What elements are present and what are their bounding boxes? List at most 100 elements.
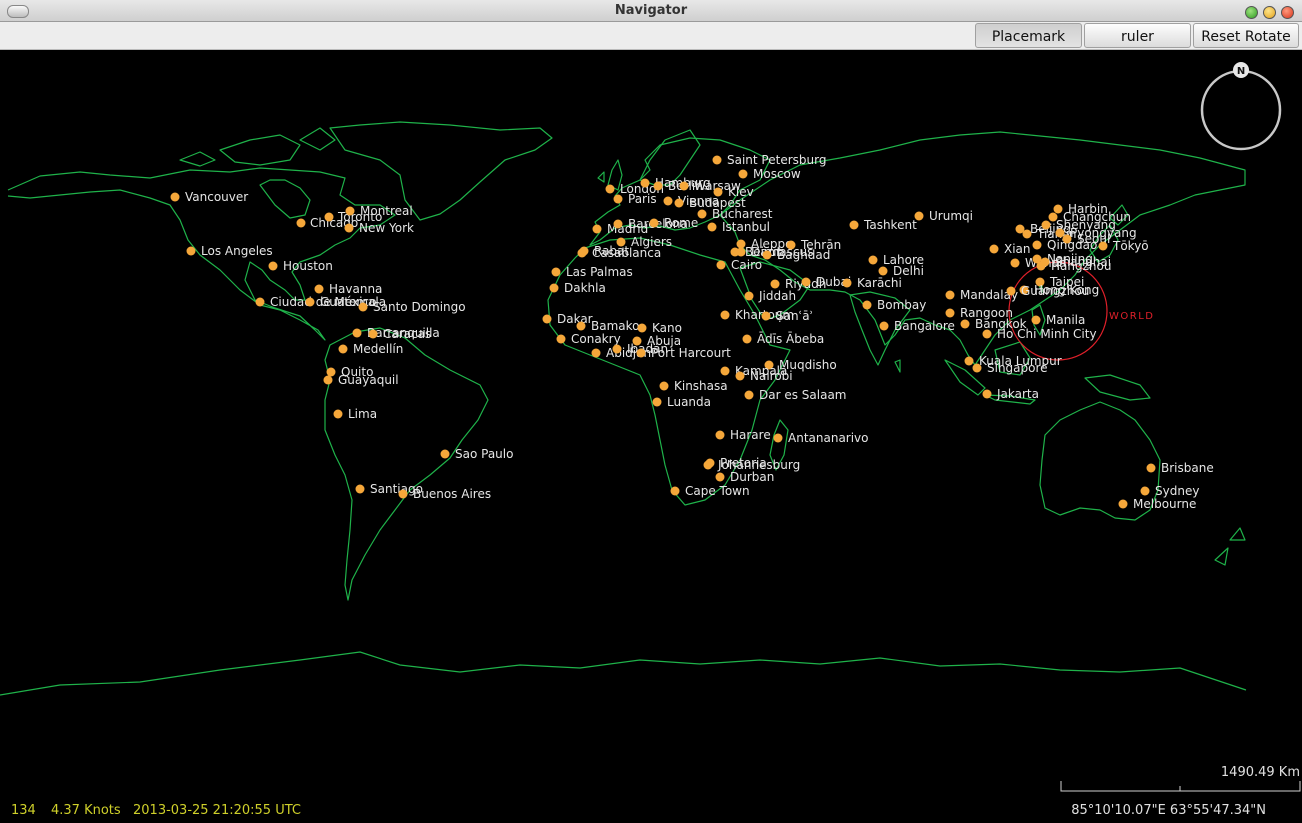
city-marker[interactable] [742,334,752,344]
city-marker[interactable] [640,178,650,188]
city-marker[interactable] [707,222,717,232]
city-placemark[interactable]: Tashkent [849,218,918,232]
city-marker[interactable] [982,329,992,339]
city-placemark[interactable]: Sydney [1140,484,1200,498]
city-marker[interactable] [1053,204,1063,214]
city-marker[interactable] [786,240,796,250]
city-marker[interactable] [358,302,368,312]
city-marker[interactable] [982,389,992,399]
city-placemark[interactable]: Port Harcourt [636,346,732,360]
city-marker[interactable] [338,344,348,354]
city-placemark[interactable]: Los Angeles [186,244,273,258]
city-placemark[interactable]: Houston [268,259,333,273]
city-marker[interactable] [712,155,722,165]
city-marker[interactable] [326,367,336,377]
city-marker[interactable] [324,212,334,222]
city-marker[interactable] [255,297,265,307]
city-marker[interactable] [1062,234,1072,244]
city-placemark[interactable]: Havanna [314,282,383,296]
city-marker[interactable] [577,248,587,258]
city-marker[interactable] [878,266,888,276]
city-marker[interactable] [652,397,662,407]
city-marker[interactable] [945,308,955,318]
city-marker[interactable] [368,329,378,339]
city-marker[interactable] [659,381,669,391]
city-placemark[interactable]: Conakry [556,332,621,346]
city-placemark[interactable]: Durban [715,470,775,484]
city-placemark[interactable]: Santo Domingo [358,300,466,314]
world-map[interactable]: WORLD VancouverLos AngelesHoustonChicago… [0,50,1302,823]
city-marker[interactable] [744,291,754,301]
city-marker[interactable] [674,198,684,208]
reset-rotate-button[interactable]: Reset Rotate [1193,23,1299,48]
city-marker[interactable] [345,206,355,216]
compass[interactable]: N [1200,62,1282,151]
city-placemark[interactable]: Sao Paulo [440,447,514,461]
city-marker[interactable] [960,319,970,329]
city-placemark[interactable]: Xian [989,242,1031,256]
city-marker[interactable] [556,334,566,344]
city-placemark[interactable]: Dakhla [549,281,606,295]
city-marker[interactable] [697,209,707,219]
city-marker[interactable] [314,284,324,294]
city-placemark[interactable]: Urumqi [914,209,973,223]
city-marker[interactable] [296,218,306,228]
city-placemark[interactable]: Kinshasa [659,379,728,393]
city-marker[interactable] [355,484,365,494]
city-marker[interactable] [679,181,689,191]
city-marker[interactable] [801,277,811,287]
city-marker[interactable] [1036,261,1046,271]
city-marker[interactable] [344,223,354,233]
city-marker[interactable] [703,460,713,470]
city-marker[interactable] [613,219,623,229]
city-placemark[interactable]: Moscow [738,167,801,181]
city-marker[interactable] [1006,286,1016,296]
city-marker[interactable] [398,489,408,499]
city-marker[interactable] [1118,499,1128,509]
city-marker[interactable] [849,220,859,230]
city-marker[interactable] [735,371,745,381]
city-placemark[interactable]: Harbin [1053,202,1108,216]
city-marker[interactable] [744,390,754,400]
city-marker[interactable] [842,278,852,288]
city-marker[interactable] [636,348,646,358]
city-marker[interactable] [1048,212,1058,222]
city-marker[interactable] [542,314,552,324]
city-marker[interactable] [592,224,602,234]
city-marker[interactable] [964,356,974,366]
city-marker[interactable] [1098,241,1108,251]
city-marker[interactable] [762,250,772,260]
city-placemark[interactable]: Buenos Aires [398,487,492,501]
city-marker[interactable] [1032,240,1042,250]
city-marker[interactable] [914,211,924,221]
city-marker[interactable] [738,169,748,179]
city-marker[interactable] [670,486,680,496]
city-placemark[interactable]: Ho Chi Minh City [982,327,1097,341]
city-placemark[interactable]: Brisbane [1146,461,1214,475]
city-placemark[interactable]: Vancouver [170,190,249,204]
city-placemark[interactable]: Istanbul [707,220,771,234]
city-placemark[interactable]: Dar es Salaam [744,388,847,402]
city-placemark[interactable]: Guayaquil [323,373,399,387]
city-marker[interactable] [551,267,561,277]
city-marker[interactable] [612,344,622,354]
city-marker[interactable] [352,328,362,338]
city-marker[interactable] [1055,228,1065,238]
city-marker[interactable] [715,472,725,482]
city-marker[interactable] [1031,315,1041,325]
city-marker[interactable] [649,218,659,228]
city-marker[interactable] [591,348,601,358]
city-placemark[interactable]: Luanda [652,395,712,409]
city-marker[interactable] [945,290,955,300]
city-marker[interactable] [720,310,730,320]
city-marker[interactable] [549,283,559,293]
city-placemark[interactable]: Bombay [862,298,927,312]
city-marker[interactable] [715,430,725,440]
ruler-button[interactable]: ruler [1084,23,1191,48]
city-placemark[interactable]: Las Palmas [551,265,633,279]
city-marker[interactable] [1140,486,1150,496]
city-placemark[interactable]: Manila [1031,313,1086,327]
minimize-button[interactable] [1263,6,1276,19]
city-marker[interactable] [440,449,450,459]
city-marker[interactable] [862,300,872,310]
